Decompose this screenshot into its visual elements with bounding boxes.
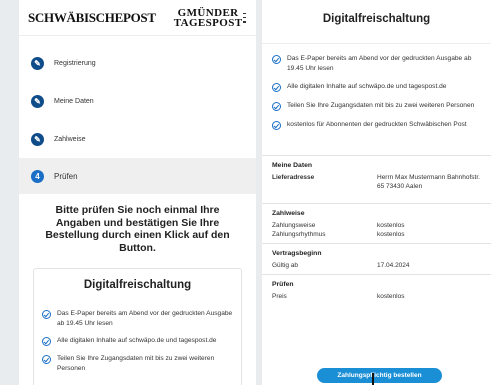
feature-item: Alle digitalen Inhalte auf schwäpo.de un… <box>272 82 479 92</box>
step-pruefen: 4 Prüfen <box>19 158 256 194</box>
check-circle-icon <box>272 121 281 130</box>
review-instructions: Bitte prüfen Sie noch einmal Ihre Angabe… <box>45 204 230 254</box>
brand-left-text: SchwäbischePost <box>28 9 156 25</box>
check-circle-icon <box>272 55 281 64</box>
row-label: Zahlungsrhythmus <box>272 231 326 238</box>
feature-item: Alle digitalen Inhalte auf schwäpo.de un… <box>42 336 233 346</box>
card-title: Digitalfreischaltung <box>83 279 192 291</box>
feature-text: Teilen Sie Ihre Zugangsdaten mit bis zu … <box>57 355 215 372</box>
pencil-icon: ✎ <box>31 132 44 146</box>
payment-row: Zahlungsrhythmus kostenlos <box>272 230 481 239</box>
check-circle-icon <box>272 83 281 92</box>
feature-text: kostenlos für Abonnenten der gedruckten … <box>287 121 467 128</box>
section-zahlweise: Zahlweise Zahlungsweise kostenlos Zahlun… <box>262 203 491 243</box>
check-circle-icon <box>42 355 51 364</box>
section-heading: Zahlweise <box>272 210 305 217</box>
pencil-icon: ✎ <box>31 56 44 70</box>
left-screen: SchwäbischePost GMÜNDER TAGESPOST ✎ Regi… <box>19 0 256 385</box>
row-label: Preis <box>272 293 287 300</box>
feature-item: Das E-Paper bereits am Abend vor der ged… <box>42 309 233 328</box>
pencil-icon: ✎ <box>31 94 44 108</box>
schwaebische-post-logo[interactable]: SchwäbischePost <box>28 10 156 26</box>
feature-item: kostenlos für Abonnenten der gedruckten … <box>272 120 479 130</box>
check-circle-icon <box>42 337 51 346</box>
checkout-steps: ✎ Registrierung ✎ Meine Daten ✎ Zahlweis… <box>19 44 256 194</box>
row-value: kostenlos <box>377 222 405 229</box>
section-heading: Vertragsbeginn <box>272 250 322 257</box>
step-label: Registrierung <box>54 59 96 67</box>
row-label: Lieferadresse <box>272 174 315 181</box>
text-cursor-icon <box>372 373 374 385</box>
feature-text: Teilen Sie Ihre Zugangsdaten mit bis zu … <box>287 102 475 109</box>
row-value: Herrn Max Mustermann Bahnhofstr. 65 7343… <box>377 174 480 190</box>
row-label: Zahlungsweise <box>272 222 316 229</box>
row-value: 17.04.2024 <box>377 262 410 269</box>
row-value: kostenlos <box>377 293 405 300</box>
feature-item: Teilen Sie Ihre Zugangsdaten mit bis zu … <box>272 101 479 111</box>
brand-right-line1: GMÜNDER <box>177 6 239 19</box>
step-number-badge: 4 <box>31 169 44 183</box>
feature-item: Das E-Paper bereits am Abend vor der ged… <box>272 54 479 73</box>
feature-text: Das E-Paper bereits am Abend vor der ged… <box>287 55 472 72</box>
step-label: Prüfen <box>54 171 78 181</box>
feature-text: Alle digitalen Inhalte auf schwäpo.de un… <box>287 83 447 90</box>
section-heading: Prüfen <box>272 281 294 288</box>
step-label: Meine Daten <box>54 97 94 105</box>
section-pruefen: Prüfen Preis kostenlos <box>262 274 491 305</box>
feature-text: Alle digitalen Inhalte auf schwäpo.de un… <box>57 337 217 344</box>
right-screen: Digitalfreischaltung Das E-Paper bereits… <box>262 0 491 385</box>
gmuender-tagespost-logo[interactable]: GMÜNDER TAGESPOST <box>173 6 243 29</box>
address-row: Lieferadresse Herrn Max Mustermann Bahnh… <box>272 173 481 191</box>
feature-item: Teilen Sie Ihre Zugangsdaten mit bis zu … <box>42 354 233 373</box>
brand-right-line2: TAGESPOST <box>173 16 243 29</box>
step-meine-daten[interactable]: ✎ Meine Daten <box>19 82 256 120</box>
start-date-row: Gültig ab 17.04.2024 <box>272 261 481 270</box>
payment-row: Zahlungsweise kostenlos <box>272 221 481 230</box>
check-circle-icon <box>272 102 281 111</box>
site-header: SchwäbischePost GMÜNDER TAGESPOST <box>19 0 256 36</box>
step-registrierung[interactable]: ✎ Registrierung <box>19 44 256 82</box>
page-title: Digitalfreischaltung <box>262 0 491 44</box>
step-label: Zahlweise <box>54 135 86 143</box>
price-row: Preis kostenlos <box>272 292 481 301</box>
order-button[interactable]: Zahlungspflichtig bestellen <box>317 368 442 383</box>
digital-card: Digitalfreischaltung Das E-Paper bereits… <box>33 268 242 385</box>
hamburger-menu-icon[interactable] <box>242 12 246 23</box>
row-value: kostenlos <box>377 231 405 238</box>
step-zahlweise[interactable]: ✎ Zahlweise <box>19 120 256 158</box>
check-circle-icon <box>42 310 51 319</box>
row-label: Gültig ab <box>272 262 299 269</box>
feature-text: Das E-Paper bereits am Abend vor der ged… <box>57 310 233 327</box>
feature-list: Das E-Paper bereits am Abend vor der ged… <box>262 44 491 130</box>
section-meine-daten: Meine Daten Lieferadresse Herrn Max Must… <box>262 155 491 203</box>
section-heading: Meine Daten <box>272 162 313 169</box>
section-vertragsbeginn: Vertragsbeginn Gültig ab 17.04.2024 <box>262 243 491 274</box>
